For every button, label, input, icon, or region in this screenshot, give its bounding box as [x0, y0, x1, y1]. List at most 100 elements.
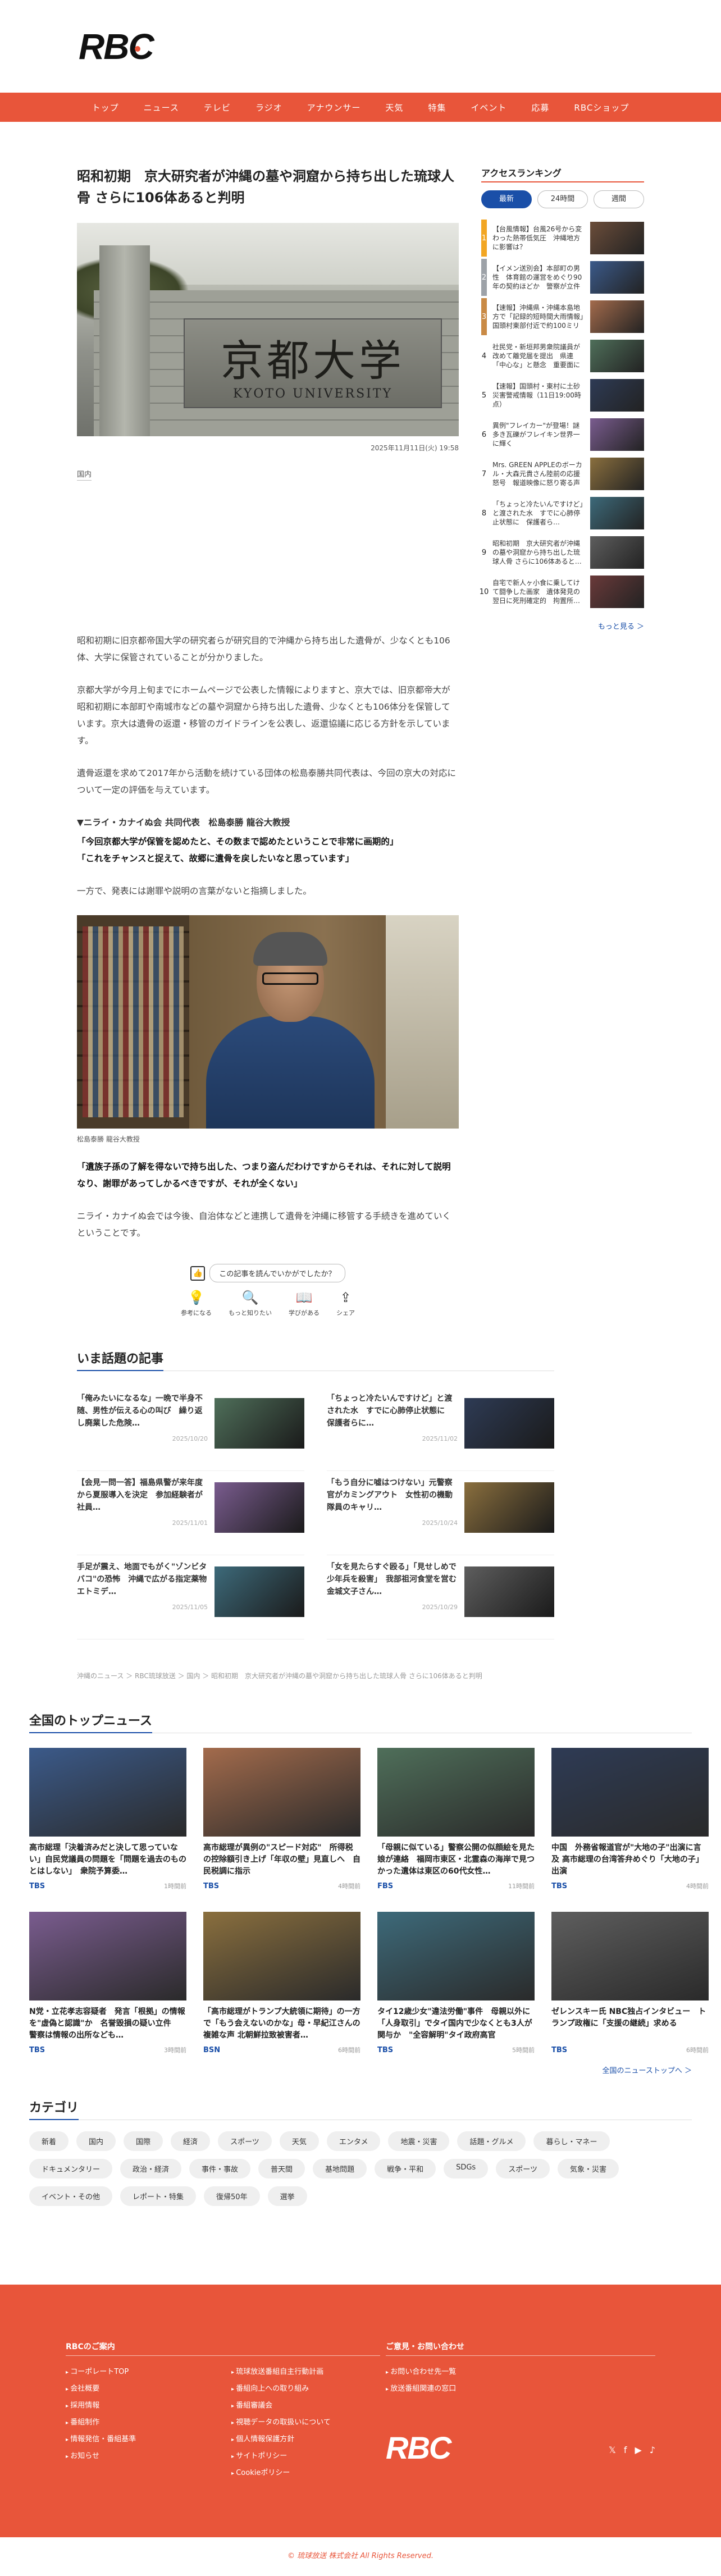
category-pill[interactable]: イベント・その他: [29, 2186, 113, 2206]
share-button[interactable]: ⇪ シェア: [336, 1290, 355, 1317]
category-pill[interactable]: 国際: [124, 2131, 163, 2151]
footer-logo[interactable]: RBC: [386, 2429, 451, 2466]
tab-weekly[interactable]: 週間: [594, 190, 644, 208]
nav-apply[interactable]: 応募: [519, 102, 562, 113]
youtube-icon[interactable]: ▶: [635, 2445, 641, 2455]
category-pill[interactable]: レポート・特集: [120, 2186, 197, 2206]
footer-link[interactable]: 会社概要: [66, 2381, 215, 2397]
nav-tv[interactable]: テレビ: [191, 102, 243, 113]
category-pill[interactable]: 気象・災害: [557, 2159, 619, 2178]
category-pill[interactable]: 戦争・平和: [375, 2159, 436, 2178]
category-pill[interactable]: 基地問題: [313, 2159, 367, 2178]
x-icon[interactable]: 𝕏: [609, 2445, 616, 2455]
top-news-time: 1時間前: [164, 1883, 186, 1890]
footer-link[interactable]: 番組制作: [66, 2414, 215, 2431]
trending-text-block: 「ちょっと冷たいんですけど」と渡された水 すでに心肺停止状態に 保護者らに… 20…: [327, 1392, 458, 1470]
category-section: カテゴリ 新着 国内 国際 経済 スポーツ 天気 エンタメ 地震・災害 話題・グルメ 暮らし・マネ…: [29, 2098, 692, 2206]
site-header: RBC: [0, 0, 721, 93]
ranking-item[interactable]: 8 「ちょっと冷たいんですけど」と渡された水 すでに心肺停止状態に 保護者ら…: [481, 494, 644, 533]
category-pill[interactable]: 暮らし・マネー: [533, 2131, 610, 2151]
top-news-item[interactable]: 「母親に似ている」警察公開の似顔絵を見た娘が連絡 福岡市東区・北霊森の海岸で見つ…: [377, 1748, 535, 1890]
category-pill[interactable]: 選挙: [267, 2186, 307, 2206]
trending-item[interactable]: 「女を見たらすぐ殴る」「見せしめで少年兵を殺害」 我部祖河食堂を営む金城文子さん…: [327, 1555, 554, 1639]
footer-link[interactable]: コーポレートTOP: [66, 2364, 215, 2381]
top-news-item[interactable]: N党・立花孝志容疑者 発言「根拠」の情報を"虚偽と認識"か 名誉毀損の疑い立件 …: [29, 1912, 186, 2054]
nav-top[interactable]: トップ: [80, 102, 131, 113]
ranking-item[interactable]: 5 【速報】国頭村・東村に土砂災害警戒情報（11日19:00時点）: [481, 376, 644, 415]
footer-link[interactable]: お知らせ: [66, 2448, 215, 2465]
footer-link[interactable]: サイトポリシー: [231, 2448, 380, 2465]
top-news-item[interactable]: ゼレンスキー氏 NBC独占インタビュー トランプ政権に「支援の継続」求める TBS…: [551, 1912, 709, 2054]
category-pill[interactable]: SDGs: [444, 2159, 489, 2178]
footer-link[interactable]: 個人情報保護方針: [231, 2431, 380, 2448]
top-news-item[interactable]: タイ12歳少女"違法労働"事件 母親以外に「人身取引」でタイ国内で少なくとも3人…: [377, 1912, 535, 2054]
ranking-item[interactable]: 3 【速報】沖縄県・沖縄本島地方で「記録的短時間大雨情報」 国頭村東部付近で約10…: [481, 297, 644, 336]
rank-number: 5: [481, 377, 487, 414]
category-pill[interactable]: 国内: [76, 2131, 116, 2151]
category-pill[interactable]: スポーツ: [496, 2159, 550, 2178]
nav-news[interactable]: ニュース: [131, 102, 191, 113]
tiktok-icon[interactable]: ♪: [650, 2445, 655, 2455]
site-logo[interactable]: RBC: [79, 27, 154, 66]
category-pill[interactable]: 普天間: [258, 2159, 305, 2178]
nav-announcer[interactable]: アナウンサー: [295, 102, 373, 113]
top-news-thumbnail: [29, 1748, 186, 1837]
category-pill[interactable]: 復帰50年: [204, 2186, 260, 2206]
feedback-more-button[interactable]: 🔍 もっと知りたい: [229, 1290, 272, 1317]
footer-link[interactable]: 視聴データの取扱いについて: [231, 2414, 380, 2431]
top-news-source: BSN: [203, 2045, 221, 2054]
category-pill[interactable]: 天気: [279, 2131, 319, 2151]
category-pill[interactable]: 話題・グルメ: [457, 2131, 526, 2151]
ranking-item[interactable]: 7 Mrs. GREEN APPLEのボーカル・大森元貴さん陸前の応援怒号 報道映…: [481, 454, 644, 494]
nav-feature[interactable]: 特集: [416, 102, 458, 113]
category-pill[interactable]: 事件・事故: [189, 2159, 251, 2178]
paragraph: 一方で、発表には謝罪や説明の言葉がないと指摘しました。: [77, 886, 312, 896]
footer-link[interactable]: 琉球放送番組自主行動計画: [231, 2364, 380, 2381]
breadcrumb[interactable]: 沖縄のニュース ＞ RBC琉球放送 ＞ 国内 ＞ 昭和初期 京大研究者が沖縄の墓…: [77, 1671, 644, 1680]
footer-link[interactable]: 番組審議会: [231, 2397, 380, 2414]
category-pill[interactable]: エンタメ: [326, 2131, 381, 2151]
trending-item[interactable]: 【会見一問一答】福島県警が来年度から夏服導入を決定 参加経験者が社員… 2025/…: [77, 1471, 304, 1555]
ranking-item[interactable]: 9 昭和初期 京大研究者が沖縄の墓や洞窟から持ち出した琉球人骨 さらに106体ある…: [481, 533, 644, 572]
trending-item[interactable]: 「俺みたいになるな」一晩で半身不随、男性が伝える心の叫び 繰り返し廃業した危険……: [77, 1387, 304, 1471]
footer-link[interactable]: Cookieポリシー: [231, 2465, 380, 2482]
category-pill[interactable]: 経済: [171, 2131, 211, 2151]
ranking-item[interactable]: 2 【イメン送別会】本部町の男性 体育館の運営をめぐり90年の契約ほどか 警察が立…: [481, 258, 644, 297]
trending-item[interactable]: 手足が震え、地面でもがく"ゾンビタバコ"の恐怖 沖縄で広がる指定薬物エトミデ… 2…: [77, 1555, 304, 1639]
feedback-helpful-button[interactable]: 💡 参考になる: [181, 1290, 212, 1317]
footer-link[interactable]: 情報発信・番組基準: [66, 2431, 215, 2448]
trending-item[interactable]: 「もう自分に嘘はつけない」元警察官がカミングアウト 女性初の機動隊員のキャリ… 2…: [327, 1471, 554, 1555]
category-pill[interactable]: 地震・災害: [388, 2131, 450, 2151]
category-pill[interactable]: 新着: [29, 2131, 69, 2151]
top-news-item[interactable]: 高市総理が異例の"スピード対応" 所得税の控除額引き上げ「年収の壁」見直しへ 自…: [203, 1748, 360, 1890]
ranking-more-link[interactable]: もっと見る ＞: [481, 620, 644, 631]
footer-link[interactable]: 放送番組関連の窓口: [386, 2381, 655, 2397]
footer-link[interactable]: 採用情報: [66, 2397, 215, 2414]
footer-link[interactable]: お問い合わせ先一覧: [386, 2364, 655, 2381]
tab-latest[interactable]: 最新: [481, 190, 532, 208]
paragraph: 昭和初期に旧京都帝国大学の研究者らが研究目的で沖縄から持ち出した遺骨が、少なくと…: [77, 636, 450, 663]
footer-links-b: 琉球放送番組自主行動計画番組向上への取り組み番組審議会視聴データの取扱いについて…: [231, 2364, 380, 2482]
ranking-item[interactable]: 1 【台風情報】台風26号から変わった熱帯低気圧 沖縄地方に影響は？: [481, 218, 644, 258]
category-pill[interactable]: 政治・経済: [120, 2159, 182, 2178]
feedback-learn-button[interactable]: 📖 学びがある: [289, 1290, 320, 1317]
category-pill[interactable]: スポーツ: [218, 2131, 272, 2151]
category-pill[interactable]: ドキュメンタリー: [29, 2159, 113, 2178]
ranking-item[interactable]: 4 社民党・新垣邦男衆院議員が改めて離党届を提出 県連「中心な」と懸念 重要面に: [481, 336, 644, 376]
article-category[interactable]: 国内: [77, 468, 92, 481]
nav-weather[interactable]: 天気: [373, 102, 416, 113]
tab-24h[interactable]: 24時間: [537, 190, 588, 208]
top-news-item[interactable]: 高市総理「決着済みだと決して思っていない」自民党議員の問題を「問題を過去のものと…: [29, 1748, 186, 1890]
top-news-all-link[interactable]: 全国のニューストップへ ＞: [29, 2065, 692, 2075]
footer-link[interactable]: 番組向上への取り組み: [231, 2381, 380, 2397]
ranking-item[interactable]: 10 自宅で新人ヶ小食に乗してけて闘争した画家 遺体発見の翌日に死刑確定的 拘置所…: [480, 572, 644, 611]
nav-event[interactable]: イベント: [458, 102, 519, 113]
top-news-item[interactable]: 「高市総理がトランプ大統領に期待」の一方で「もう会えないのかな」母・早紀江さんの…: [203, 1912, 360, 2054]
ranking-item[interactable]: 6 異例"フレイカー"が登場！謎多き瓦礫がフレイキン世界一に輝く: [481, 415, 644, 454]
nav-shop[interactable]: RBCショップ: [562, 102, 641, 113]
nav-radio[interactable]: ラジオ: [243, 102, 295, 113]
trending-item[interactable]: 「ちょっと冷たいんですけど」と渡された水 すでに心肺停止状態に 保護者らに… 20…: [327, 1387, 554, 1471]
article-datetime: 2025年11月11日(火) 19:58: [371, 444, 459, 452]
top-news-item[interactable]: 中国 外務省報道官が"大地の子"出演に言及 高市総理の台湾答弁めぐり「大地の子」…: [551, 1748, 709, 1890]
facebook-icon[interactable]: f: [624, 2445, 627, 2455]
